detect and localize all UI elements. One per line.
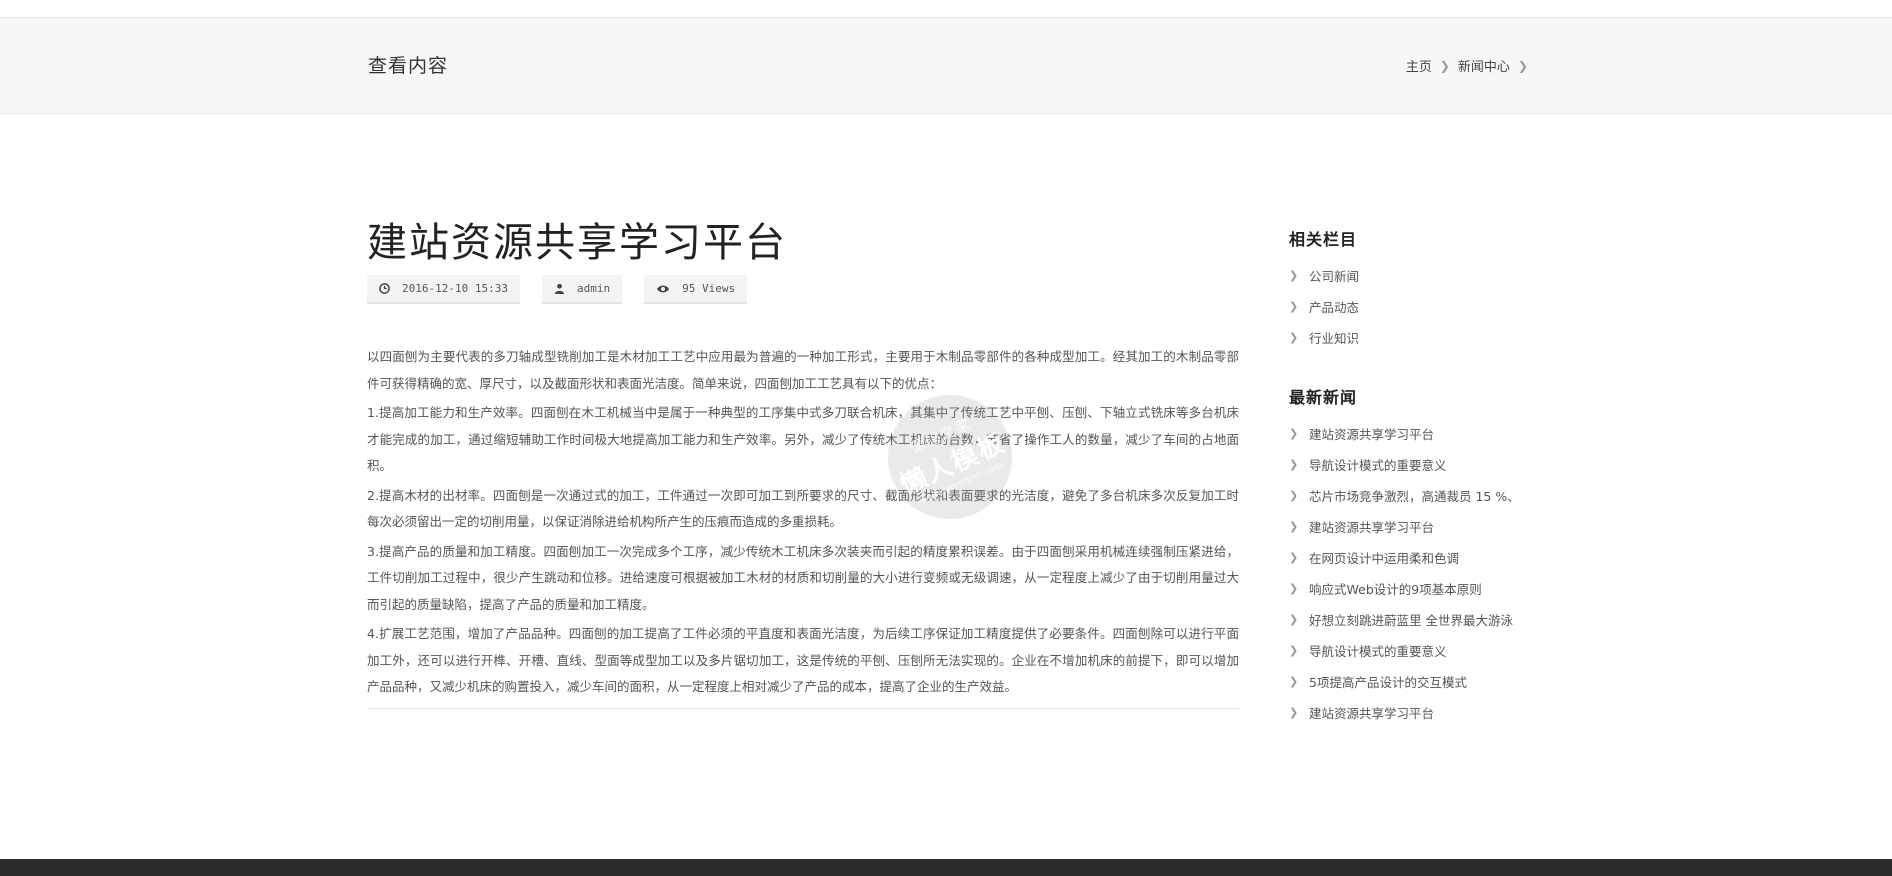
- breadcrumb-news-link[interactable]: 新闻中心: [1458, 56, 1510, 75]
- news-item-label: 建站资源共享学习平台: [1309, 427, 1435, 442]
- article-content: 以四面刨为主要代表的多刀轴成型铣削加工是木材加工工艺中应用最为普遍的一种加工形式…: [367, 344, 1239, 704]
- news-item-label: 导航设计模式的重要意义: [1309, 458, 1447, 473]
- chevron-right-icon: ❯: [1289, 675, 1299, 688]
- news-item[interactable]: ❯ 导航设计模式的重要意义: [1289, 449, 1549, 480]
- news-item-label: 好想立刻跳进蔚蓝里 全世界最大游泳: [1309, 613, 1513, 628]
- chevron-right-icon: ❯: [1289, 582, 1299, 595]
- article-meta: 2016-12-10 15:33 admin 95 Views: [367, 275, 748, 304]
- chevron-right-icon: ❯: [1289, 551, 1299, 564]
- chevron-right-icon: ❯: [1289, 269, 1299, 282]
- news-item-label: 在网页设计中运用柔和色调: [1309, 551, 1460, 566]
- article-paragraph: 以四面刨为主要代表的多刀轴成型铣削加工是木材加工工艺中应用最为普遍的一种加工形式…: [367, 349, 1239, 391]
- chevron-right-icon: ❯: [1289, 489, 1299, 502]
- related-list: ❯ 公司新闻 ❯ 产品动态 ❯ 行业知识: [1289, 260, 1549, 353]
- news-item[interactable]: ❯ 建站资源共享学习平台: [1289, 418, 1549, 449]
- news-item-label: 芯片市场竞争激烈，高通裁员 15 %、: [1309, 489, 1520, 504]
- article-paragraph: 2.提高木材的出材率。四面刨是一次通过式的加工，工件通过一次即可加工到所要求的尺…: [367, 487, 1239, 530]
- news-item[interactable]: ❯ 建站资源共享学习平台: [1289, 511, 1549, 542]
- user-icon: [554, 283, 565, 294]
- related-item[interactable]: ❯ 产品动态: [1289, 291, 1549, 322]
- news-item-label: 建站资源共享学习平台: [1309, 706, 1435, 721]
- chevron-right-icon: ❯: [1289, 300, 1299, 313]
- breadcrumb-home-link[interactable]: 主页: [1406, 56, 1432, 75]
- chevron-right-icon: ❯: [1289, 458, 1299, 471]
- article-paragraph: 3.提高产品的质量和加工精度。四面刨加工一次完成多个工序，减少传统木工机床多次装…: [367, 543, 1239, 612]
- content-divider: [367, 708, 1239, 709]
- related-item-label: 行业知识: [1309, 331, 1360, 346]
- meta-date-text: 2016-12-10 15:33: [402, 282, 508, 295]
- meta-date: 2016-12-10 15:33: [367, 275, 520, 304]
- news-item-label: 建站资源共享学习平台: [1309, 520, 1435, 535]
- eye-icon: [657, 285, 670, 292]
- news-item-label: 响应式Web设计的9项基本原则: [1309, 582, 1482, 597]
- footer-bar: [0, 859, 1892, 876]
- chevron-right-icon: ❯: [1439, 58, 1450, 73]
- news-list: ❯ 建站资源共享学习平台 ❯ 导航设计模式的重要意义 ❯ 芯片市场竞争激烈，高通裁员 …: [1289, 418, 1549, 728]
- chevron-right-icon: ❯: [1289, 427, 1299, 440]
- page-title: 查看内容: [368, 55, 449, 77]
- news-item[interactable]: ❯ 响应式Web设计的9项基本原则: [1289, 573, 1549, 604]
- meta-author-text: admin: [576, 282, 611, 295]
- news-item[interactable]: ❯ 导航设计模式的重要意义: [1289, 635, 1549, 666]
- chevron-right-icon: ❯: [1289, 331, 1299, 344]
- news-item[interactable]: ❯ 好想立刻跳进蔚蓝里 全世界最大游泳: [1289, 604, 1549, 635]
- news-item[interactable]: ❯ 建站资源共享学习平台: [1289, 697, 1549, 728]
- sidebar-related: 相关栏目 ❯ 公司新闻 ❯ 产品动态 ❯ 行业知识: [1289, 226, 1549, 353]
- chevron-right-icon: ❯: [1289, 706, 1299, 719]
- article-paragraph: 4.扩展工艺范围，增加了产品品种。四面刨的加工提高了工件必须的平直度和表面光洁度…: [367, 626, 1239, 694]
- chevron-right-icon: ❯: [1517, 58, 1528, 73]
- news-heading: 最新新闻: [1289, 388, 1358, 407]
- news-item[interactable]: ❯ 芯片市场竞争激烈，高通裁员 15 %、: [1289, 480, 1549, 511]
- related-item-label: 产品动态: [1309, 300, 1360, 315]
- chevron-right-icon: ❯: [1289, 520, 1299, 533]
- related-item[interactable]: ❯ 公司新闻: [1289, 260, 1549, 291]
- chevron-right-icon: ❯: [1289, 613, 1299, 626]
- sidebar-news: 最新新闻 ❯ 建站资源共享学习平台 ❯ 导航设计模式的重要意义 ❯ 芯片市场竞争激烈，…: [1289, 384, 1549, 728]
- title-bar: 查看内容 主页 ❯ 新闻中心 ❯: [0, 18, 1892, 114]
- meta-views: 95 Views: [644, 275, 748, 304]
- breadcrumb: 主页 ❯ 新闻中心 ❯: [1406, 56, 1536, 76]
- article-paragraph: 1.提高加工能力和生产效率。四面刨在木工机械当中是属于一种典型的工序集中式多刀联…: [367, 405, 1239, 473]
- related-item[interactable]: ❯ 行业知识: [1289, 322, 1549, 353]
- meta-views-text: 95 Views: [682, 282, 736, 295]
- news-item[interactable]: ❯ 在网页设计中运用柔和色调: [1289, 542, 1549, 573]
- news-item-label: 导航设计模式的重要意义: [1309, 644, 1447, 659]
- related-item-label: 公司新闻: [1309, 269, 1360, 284]
- top-bar: [0, 0, 1892, 18]
- news-item-label: 5项提高产品设计的交互模式: [1309, 675, 1467, 690]
- article-title: 建站资源共享学习平台: [367, 220, 787, 266]
- clock-icon: [379, 283, 390, 294]
- meta-author: admin: [541, 275, 623, 304]
- chevron-right-icon: ❯: [1289, 644, 1299, 657]
- news-item[interactable]: ❯ 5项提高产品设计的交互模式: [1289, 666, 1549, 697]
- related-heading: 相关栏目: [1289, 230, 1358, 249]
